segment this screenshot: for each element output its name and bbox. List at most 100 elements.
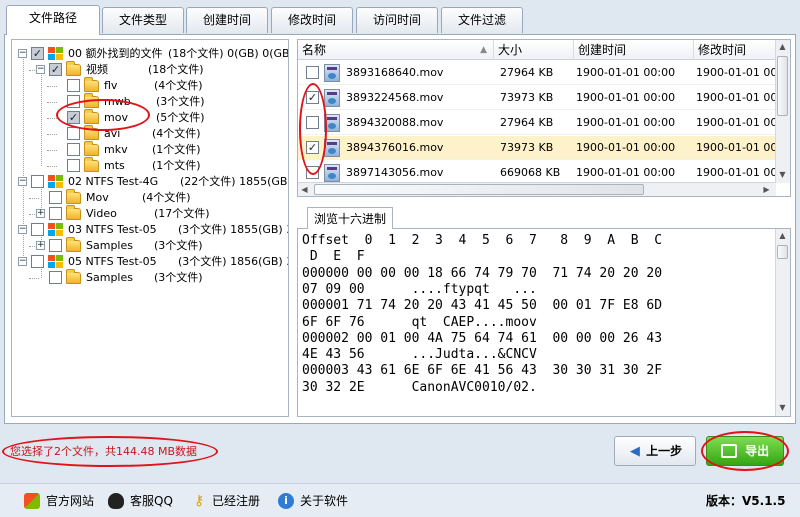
column-size[interactable]: 大小 [494, 40, 574, 60]
hex-line: D E F [302, 249, 365, 265]
tree-checkbox[interactable] [67, 127, 80, 140]
file-row[interactable]: ✓ 3894376016.mov 73973 KB 1900-01-01 00:00 1… [298, 136, 781, 160]
tree-node[interactable]: avi (4个文件) [12, 125, 288, 142]
windows-logo-icon [24, 493, 40, 509]
file-checkbox[interactable] [306, 66, 319, 79]
mov-file-icon [324, 89, 340, 107]
scroll-up-icon[interactable]: ▲ [776, 229, 789, 242]
column-name[interactable]: 名称 ▲ [298, 40, 494, 60]
tree-node[interactable]: flv (4个文件) [12, 77, 288, 94]
file-list-vscrollbar[interactable]: ▲ ▼ [775, 40, 790, 183]
tab-hex-view[interactable]: 浏览十六进制 [307, 207, 393, 229]
tree-guide-line [47, 118, 57, 119]
tree-checkbox[interactable] [31, 175, 44, 188]
tree-node[interactable]: − ✓ 视频 (18个文件) [12, 61, 288, 78]
column-created[interactable]: 创建时间 [574, 40, 694, 60]
key-icon: ⚷ [194, 493, 205, 509]
scroll-down-icon[interactable]: ▼ [776, 401, 789, 414]
hex-vscrollbar[interactable]: ▲ ▼ [775, 229, 790, 416]
tree-node-label: mkv [104, 143, 128, 156]
collapse-icon[interactable]: − [18, 49, 27, 58]
tree-checkbox[interactable] [67, 143, 80, 156]
scroll-thumb[interactable] [777, 56, 788, 116]
qq-penguin-icon [108, 493, 124, 509]
folder-icon [66, 189, 81, 204]
file-row[interactable]: 3893168640.mov 27964 KB 1900-01-01 00:00 19… [298, 61, 781, 85]
tab-file-filter[interactable]: 文件过滤 [441, 7, 523, 33]
previous-step-button[interactable]: ◀ 上一步 [614, 436, 696, 466]
sort-arrow-icon: ▲ [480, 45, 487, 55]
scroll-right-icon[interactable]: ▶ [760, 183, 773, 196]
file-row[interactable]: ✓ 3893224568.mov 73973 KB 1900-01-01 00:00 1… [298, 86, 781, 110]
scroll-down-icon[interactable]: ▼ [776, 168, 789, 181]
arrow-left-icon: ◀ [629, 444, 640, 459]
footer-link-about[interactable]: i 关于软件 [278, 492, 348, 510]
hex-line: Offset 0 1 2 3 4 5 6 7 8 9 A B C [302, 233, 663, 248]
tree-node[interactable]: Mov (4个文件) [12, 189, 288, 206]
tree-node-label: Mov [86, 191, 109, 204]
tree-node[interactable]: mts (1个文件) [12, 157, 288, 174]
tree-checkbox[interactable] [31, 223, 44, 236]
scroll-left-icon[interactable]: ◀ [298, 183, 311, 196]
tree-node[interactable]: − 05 NTFS Test-05 (3个文件) 1856(GB) 3 [12, 254, 288, 270]
folder-tree: − ✓ 00 额外找到的文件 (18个文件) 0(GB) 0(GB) − ✓ 视频 (18个文… [11, 39, 289, 417]
tree-checkbox[interactable] [49, 191, 62, 204]
expand-icon[interactable]: + [36, 241, 45, 250]
tab-created-time[interactable]: 创建时间 [186, 7, 268, 33]
file-list-header: 名称 ▲ 大小 创建时间 修改时间 [298, 40, 776, 60]
hex-line: 000002 00 01 00 4A 75 64 74 61 00 00 00 … [302, 330, 663, 346]
collapse-icon[interactable]: − [18, 225, 27, 234]
tree-checkbox[interactable] [49, 207, 62, 220]
folder-icon [84, 77, 99, 92]
collapse-icon[interactable]: − [18, 177, 27, 186]
tree-node[interactable]: − ✓ 00 额外找到的文件 (18个文件) 0(GB) 0(GB) [12, 46, 288, 62]
expand-icon[interactable]: + [36, 209, 45, 218]
tree-node-count: (3个文件) [156, 95, 205, 108]
scroll-up-icon[interactable]: ▲ [776, 40, 789, 53]
version-info: 版本：V5.1.5 [706, 494, 786, 508]
windows-drive-icon [48, 223, 64, 237]
tree-node[interactable]: + Samples (3个文件) [12, 237, 288, 254]
tree-node-count: (4个文件) [142, 191, 191, 204]
tab-access-time[interactable]: 访问时间 [356, 7, 438, 33]
tree-node[interactable]: Samples (3个文件) [12, 269, 288, 286]
footer-link-registered[interactable]: ⚷ 已经注册 [194, 492, 260, 510]
tree-node[interactable]: − 03 NTFS Test-05 (3个文件) 1855(GB) 3 [12, 222, 288, 238]
highlight-annotation [56, 99, 150, 131]
tree-node[interactable]: + Video (17个文件) [12, 205, 288, 222]
tab-modified-time[interactable]: 修改时间 [271, 7, 353, 33]
tree-node-count: (18个文件) [148, 63, 204, 76]
file-row[interactable]: 3894320088.mov 27964 KB 1900-01-01 00:00 19… [298, 111, 781, 135]
windows-drive-icon [48, 175, 64, 189]
tree-node[interactable]: − 02 NTFS Test-4G (22个文件) 1855(GB) 3 [12, 174, 288, 190]
tree-node[interactable]: ✓ mov (5个文件) [12, 109, 288, 126]
info-icon: i [278, 493, 294, 509]
tree-checkbox[interactable] [67, 79, 80, 92]
tree-checkbox[interactable] [49, 239, 62, 252]
windows-drive-icon [48, 255, 64, 269]
footer-link-qq[interactable]: 客服QQ [108, 492, 173, 510]
tree-checkbox[interactable] [67, 159, 80, 172]
tab-file-path[interactable]: 文件路径 [6, 5, 100, 35]
tree-node-label: Video [86, 207, 117, 220]
tree-checkbox[interactable] [31, 255, 44, 268]
tree-node[interactable]: mkv (1个文件) [12, 141, 288, 158]
collapse-icon[interactable]: − [18, 257, 27, 266]
mov-file-icon [324, 64, 340, 82]
tree-checkbox[interactable]: ✓ [49, 63, 62, 76]
file-list-hscrollbar[interactable]: ◀ ▶ [298, 182, 776, 196]
folder-icon [84, 157, 99, 172]
file-name: 3894320088.mov [346, 116, 444, 129]
column-modified[interactable]: 修改时间 [694, 40, 784, 60]
hex-line: 000003 43 61 6E 6F 6E 41 56 43 30 30 31 … [302, 363, 663, 379]
tree-node[interactable]: mwb (3个文件) [12, 93, 288, 110]
collapse-icon[interactable]: − [36, 65, 45, 74]
tree-checkbox[interactable]: ✓ [31, 47, 44, 60]
hex-line: 6F 6F 76 qt CAEP....moov [302, 314, 537, 330]
tab-file-type[interactable]: 文件类型 [102, 7, 184, 33]
scroll-thumb[interactable] [314, 184, 644, 195]
file-list: 名称 ▲ 大小 创建时间 修改时间 3893168640.mov 27964 KB… [297, 39, 791, 197]
scroll-thumb[interactable] [777, 245, 788, 259]
tree-checkbox[interactable] [49, 271, 62, 284]
footer-link-website[interactable]: 官方网站 [24, 492, 94, 510]
